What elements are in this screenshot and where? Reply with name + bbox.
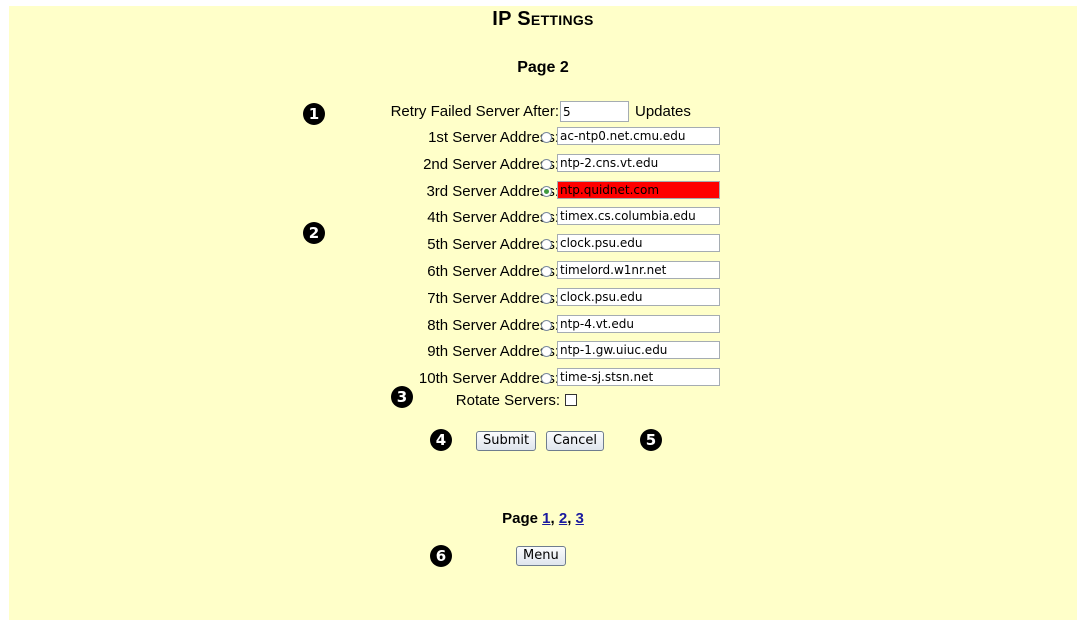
server-select-radio[interactable] [541, 185, 552, 197]
server-select-radio[interactable] [541, 319, 552, 331]
server-row: 10th Server Address: [0, 368, 1086, 390]
server-select-radio[interactable] [541, 158, 552, 170]
server-address-label: 1st Server Address: [428, 129, 559, 146]
callout-4: 4 [430, 429, 452, 451]
pagination-separator: , [550, 510, 555, 527]
server-address-label: 7th Server Address: [427, 289, 559, 307]
pagination: Page 1, 2, 3 [0, 510, 1086, 527]
server-row: 3rd Server Address: [0, 180, 1086, 203]
rotate-label: Rotate Servers: [455, 392, 560, 409]
page-title: IP Settings [492, 8, 594, 30]
callout-6: 6 [430, 545, 452, 567]
server-row: 7th Server Address: [0, 287, 1086, 310]
server-address-label: 4th Server Address: [427, 209, 559, 227]
server-row: 1st Server Address: [0, 127, 1086, 149]
retry-unit-label: Updates [635, 103, 691, 120]
server-address-input[interactable] [557, 287, 720, 306]
server-address-label: 8th Server Address: [427, 316, 559, 334]
server-row: 4th Server Address: [0, 207, 1086, 229]
page-link-3[interactable]: 3 [576, 510, 584, 527]
pagination-label: Page [502, 510, 538, 527]
server-address-label: 3rd Server Address: [426, 182, 559, 200]
cancel-button[interactable]: Cancel [546, 431, 605, 451]
server-address-label: 10th Server Address: [418, 370, 559, 388]
server-select-radio[interactable] [541, 292, 552, 304]
server-address-input[interactable] [557, 314, 720, 333]
menu-button[interactable]: Menu [516, 546, 566, 566]
page-link-2[interactable]: 2 [559, 510, 567, 527]
server-address-label: 5th Server Address: [427, 236, 559, 254]
server-select-radio[interactable] [541, 266, 552, 277]
server-address-input[interactable] [557, 368, 720, 387]
settings-panel [9, 6, 1077, 620]
server-row: 5th Server Address: [0, 234, 1086, 256]
server-row: 9th Server Address: [0, 341, 1086, 363]
server-address-input[interactable] [557, 207, 720, 226]
retry-updates-input[interactable] [560, 101, 629, 122]
server-row: 8th Server Address: [0, 314, 1086, 337]
pagination-separator: , [567, 510, 572, 527]
server-row: 2nd Server Address: [0, 153, 1086, 176]
server-address-input[interactable] [557, 127, 720, 145]
server-row: 6th Server Address: [0, 261, 1086, 283]
submit-button[interactable]: Submit [476, 431, 537, 451]
server-address-input[interactable] [557, 180, 720, 199]
rotate-servers-checkbox[interactable] [565, 394, 577, 406]
server-address-input[interactable] [557, 261, 720, 279]
retry-label: Retry Failed Server After: [390, 103, 559, 120]
page-link-1[interactable]: 1 [542, 510, 550, 527]
rotate-row: Rotate Servers: [0, 390, 1086, 412]
retry-row: Retry Failed Server After: Updates [0, 101, 1086, 123]
server-address-label: 9th Server Address: [427, 343, 559, 361]
callout-5: 5 [640, 429, 662, 451]
server-select-radio[interactable] [541, 132, 552, 143]
server-address-label: 6th Server Address: [427, 263, 559, 280]
server-address-input[interactable] [557, 341, 720, 360]
server-address-label: 2nd Server Address: [423, 155, 559, 173]
server-address-input[interactable] [557, 234, 720, 253]
page-subtitle: Page 2 [517, 59, 569, 76]
server-address-input[interactable] [557, 153, 720, 172]
